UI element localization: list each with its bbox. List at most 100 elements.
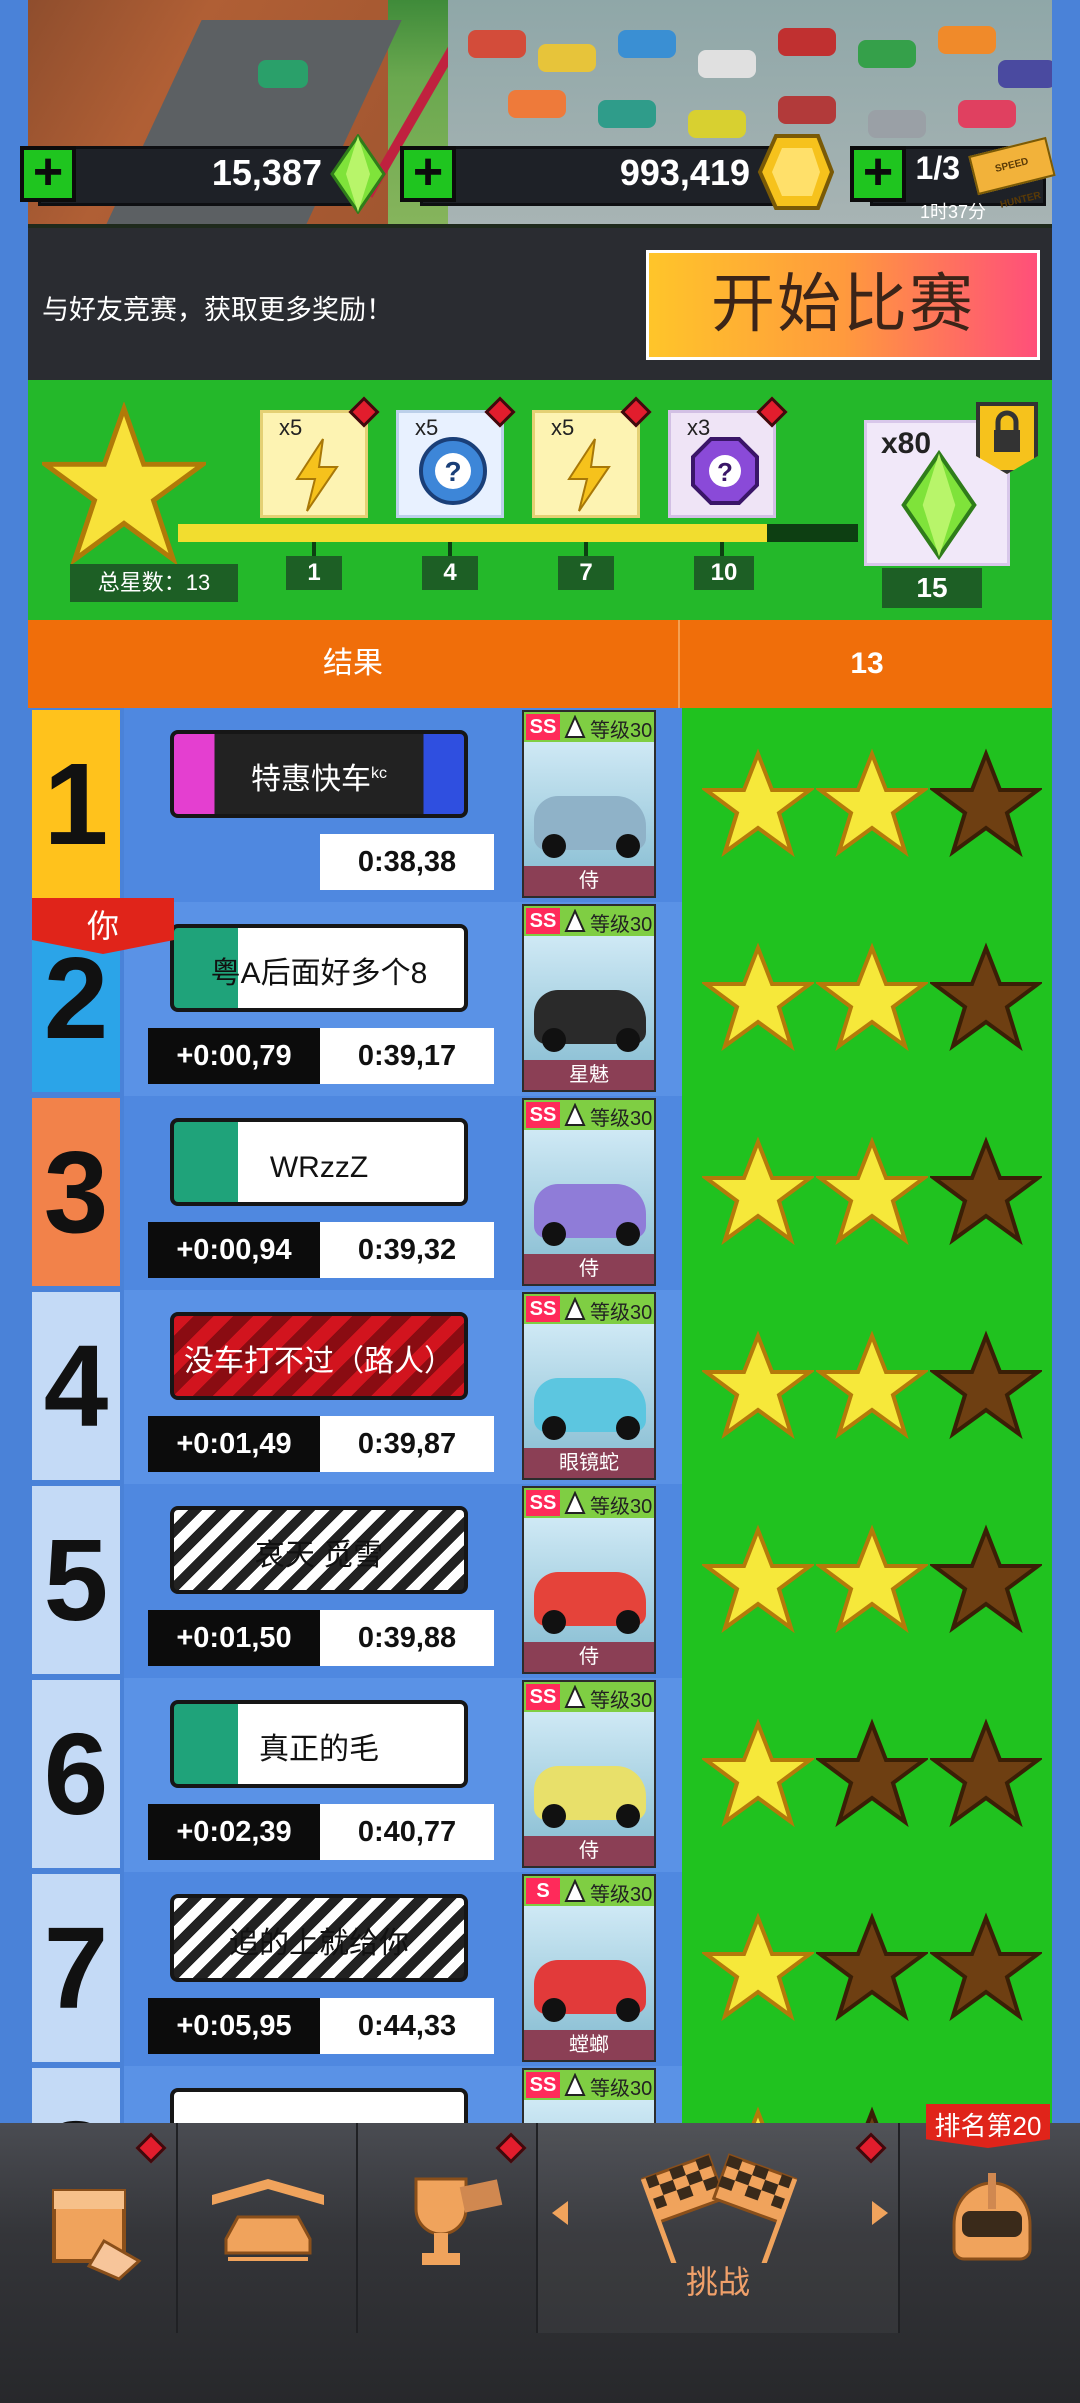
car-card[interactable]: SS 等级30 侍 [522,710,656,898]
lightning-icon [567,438,611,512]
player-plate[interactable]: 没车打不过（路人） [170,1312,468,1400]
race-time: 0:38,38 [320,834,494,890]
time-difference: +0:01,50 [148,1610,320,1666]
race-time: 0:39,87 [320,1416,494,1472]
car-card[interactable]: SS 等级30 侍 [522,1098,656,1286]
star-filled-icon [702,1912,814,2022]
leaderboard-row[interactable]: 5 哀天 觅雪 +0:01,50 0:39,88 SS 等级30 侍 [28,1484,682,1678]
star-filled-icon [751,2106,765,2123]
player-name-text: 粤A后面好多个8 [210,957,428,990]
start-race-button[interactable]: 开始比赛 [646,250,1040,360]
player-plate[interactable]: 真正的毛 [170,1700,468,1788]
row-stars [702,748,1042,868]
milestone-label: 4 [422,556,478,590]
wheel-icon [542,1804,566,1828]
car-level: 等级30 [590,1108,653,1130]
race-time: 0:44,33 [320,1998,494,2054]
car-level: 等级30 [590,1496,653,1518]
row-stars [702,1912,1042,2032]
car-image [524,2100,654,2123]
new-badge-icon [855,2132,887,2164]
player-plate[interactable]: 特惠快车kc [170,730,468,818]
row-stars [702,942,1042,1062]
time-difference: +0:05,95 [148,1998,320,2054]
rank-number: 7 [32,1874,120,2062]
rank-number: 1 [32,710,120,898]
car-card[interactable]: SS 等级30 星魅 [522,904,656,1092]
player-plate[interactable] [170,2088,468,2123]
wheel-icon [616,1610,640,1634]
add-coins-button[interactable]: + [400,146,456,202]
player-plate[interactable]: 哀天 觅雪 [170,1506,468,1594]
reward-1[interactable]: x5 [260,396,380,518]
add-tickets-button[interactable]: + [850,146,906,202]
svg-text:?: ? [444,456,461,487]
player-name: 没车打不过（路人） [174,1316,464,1396]
add-gems-button[interactable]: + [20,146,76,202]
reward-7[interactable]: x5 [532,396,652,518]
player-name-text: 真正的毛 [259,1733,379,1766]
chevron-left-icon [552,2201,568,2225]
car-image [524,1906,654,2034]
player-name-text: 特惠快车 [251,763,371,796]
new-badge-icon [484,396,516,428]
car-card[interactable]: S 等级30 螳螂 [522,1874,656,2062]
leaderboard-row[interactable]: 1 特惠快车kc 0:38,38 SS 等级30 侍 [28,708,682,902]
wheel-icon [542,1222,566,1246]
car-card[interactable]: SS 等级30 [522,2068,656,2123]
new-badge-icon [495,2132,527,2164]
tier-icon [564,715,586,738]
leaderboard-row[interactable]: 3 WRzzZ +0:00,94 0:39,32 SS 等级30 侍 [28,1096,682,1290]
car-name: 侍 [524,1642,654,1672]
wheel-icon [616,1804,640,1828]
reward-10[interactable]: x3 ? [668,396,788,518]
car-level: 等级30 [590,1690,653,1712]
nav-profile[interactable] [900,2123,1080,2333]
star-empty-icon [930,748,1042,858]
car-card[interactable]: SS 等级30 侍 [522,1486,656,1674]
tier-icon [564,1685,586,1708]
car-card[interactable]: SS 等级30 侍 [522,1680,656,1868]
car-image [524,742,654,870]
car-name: 星魅 [524,1060,654,1090]
leaderboard-row[interactable]: 6 真正的毛 +0:02,39 0:40,77 SS 等级30 侍 [28,1678,682,1872]
car-class-badge: S [526,1878,560,1904]
car-name: 侍 [524,866,654,896]
player-plate[interactable]: 粤A后面好多个8 [170,924,468,1012]
car-name: 螳螂 [524,2030,654,2060]
player-name-suffix: kc [371,765,387,782]
rank-number: 8 [32,2068,120,2123]
nav-shop[interactable] [0,2123,178,2333]
results-label: 结果 [28,620,680,708]
nav-challenge-label: 挑战 [686,2264,751,2300]
tier-icon [564,1297,586,1320]
car-class-badge: SS [526,1684,560,1710]
leaderboard-row[interactable]: 7 追的上就给你 +0:05,95 0:44,33 S 等级30 螳螂 [28,1872,682,2066]
star-empty-icon [816,1912,928,2022]
nav-events[interactable] [358,2123,538,2333]
star-progress-track [178,524,858,542]
star-filled-icon [702,748,814,858]
leaderboard-list[interactable]: 1 特惠快车kc 0:38,38 SS 等级30 侍 2 粤A后面好多个8 +0:00,79 0:… [28,708,1052,2123]
wheel-icon [542,1610,566,1634]
leaderboard-row[interactable]: 8 SS 等级30 [28,2066,682,2123]
nav-garage[interactable] [178,2123,358,2333]
player-plate[interactable]: WRzzZ [170,1118,468,1206]
car-class-badge: SS [526,1296,560,1322]
tier-icon [564,909,586,932]
player-plate[interactable]: 追的上就给你 [170,1894,468,1982]
total-stars-label: 总星数：13 [70,564,238,602]
mystery-box-icon: ? [419,437,487,505]
player-name: 粤A后面好多个8 [174,928,464,1008]
reward-4[interactable]: x5 ? [396,396,516,518]
tier-icon [564,1879,586,1902]
car-class-badge: SS [526,1490,560,1516]
nav-challenge[interactable]: 挑战 [538,2123,900,2333]
car-card[interactable]: SS 等级30 眼镜蛇 [522,1292,656,1480]
milestone-label: 1 [286,556,342,590]
leaderboard-row[interactable]: 4 没车打不过（路人） +0:01,49 0:39,87 SS 等级30 眼镜蛇 [28,1290,682,1484]
gem-icon [901,449,977,561]
gems-value: 15,387 [211,152,322,193]
car-class-badge: SS [526,908,560,934]
star-filled-icon [702,1136,814,1246]
